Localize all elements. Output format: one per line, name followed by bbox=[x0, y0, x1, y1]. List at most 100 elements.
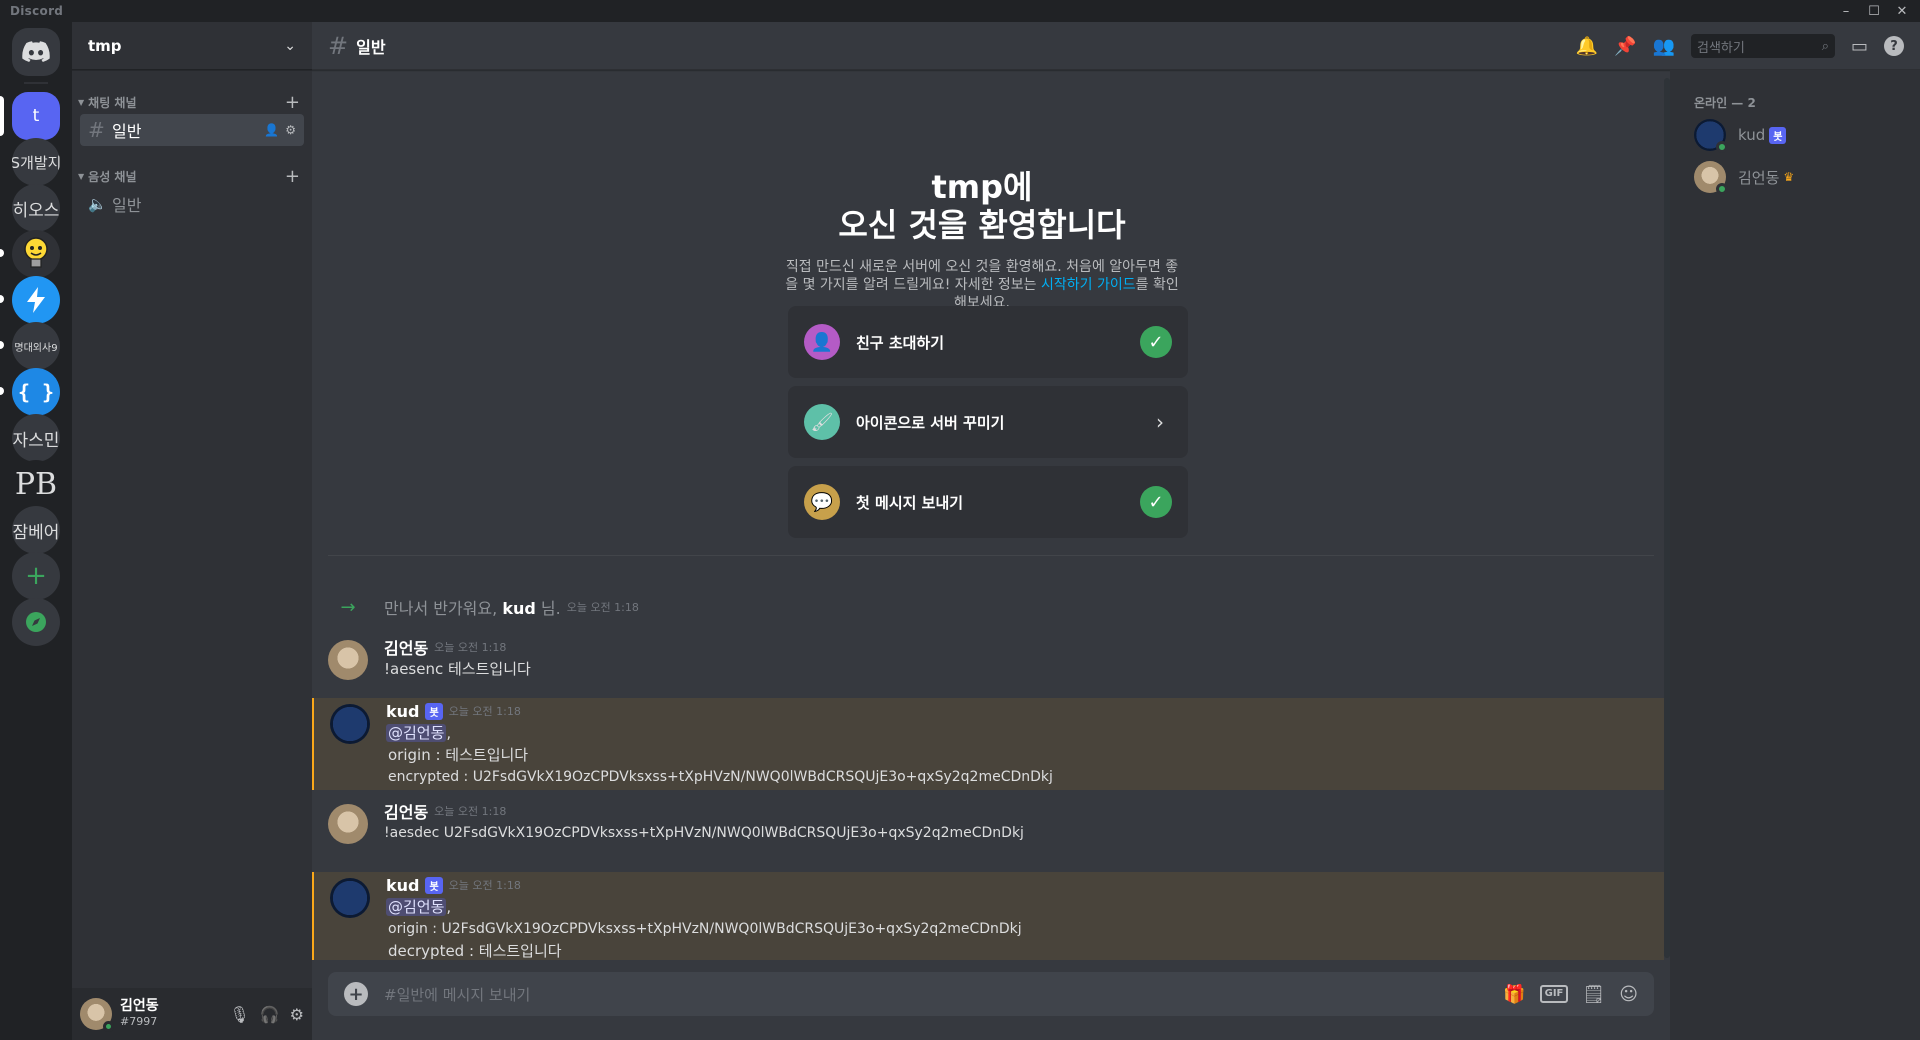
explore-servers-button[interactable] bbox=[12, 598, 60, 646]
message: 김언동 오늘 오전 1:18 !aesdec U2FsdGVkX19OzCPDVk… bbox=[312, 798, 1664, 848]
server-pb[interactable]: PB bbox=[12, 460, 60, 508]
pin-icon[interactable]: 📌 bbox=[1614, 36, 1636, 57]
unread-pill bbox=[0, 249, 4, 257]
user-tag: #7997 bbox=[120, 1015, 158, 1028]
upload-plus-icon[interactable]: + bbox=[344, 982, 368, 1006]
search-input[interactable]: 검색하기 ⌕ bbox=[1690, 34, 1835, 58]
category-text-channels[interactable]: ▼ 채팅 채널 + bbox=[72, 92, 312, 113]
maximize-icon[interactable]: ☐ bbox=[1860, 0, 1888, 22]
braces-icon: { } bbox=[17, 380, 55, 404]
welcome-description: 직접 만드신 새로운 서버에 오신 것을 환영해요. 처음에 알아두면 좋을 몇… bbox=[785, 259, 1179, 311]
sticker-icon[interactable]: 🗒 bbox=[1582, 984, 1605, 1005]
join-username[interactable]: kud bbox=[502, 599, 535, 618]
member-group-header: 온라인 — 2 bbox=[1694, 96, 1756, 110]
gear-icon[interactable]: ⚙ bbox=[285, 123, 296, 137]
avatar[interactable] bbox=[330, 878, 370, 918]
member-item[interactable]: kud 봇 bbox=[1670, 114, 1920, 156]
server-bolt[interactable] bbox=[12, 276, 60, 324]
rail-divider bbox=[24, 82, 48, 84]
member-list: 온라인 — 2 kud 봇 김언동 ♛ bbox=[1670, 70, 1920, 1040]
channel-label: 일반 bbox=[112, 196, 142, 215]
member-name: kud bbox=[1738, 126, 1766, 144]
message-text: decrypted : 테스트입니다 bbox=[388, 942, 562, 960]
help-icon[interactable]: ? bbox=[1884, 36, 1904, 56]
message-input[interactable]: #일반에 메시지 보내기 bbox=[384, 984, 1503, 1005]
channel-header: # 일반 🔔 📌 👥 검색하기 ⌕ ▭ ? bbox=[312, 22, 1920, 70]
avatar[interactable] bbox=[328, 804, 368, 844]
server-tmp[interactable]: t bbox=[12, 92, 60, 140]
avatar[interactable] bbox=[328, 640, 368, 680]
gift-icon[interactable]: 🎁 bbox=[1503, 984, 1525, 1005]
minimize-icon[interactable]: – bbox=[1832, 0, 1860, 22]
server-lightbulb[interactable] bbox=[12, 230, 60, 278]
guild-name: tmp bbox=[88, 36, 122, 55]
channel-general[interactable]: # 일반 👤 ⚙ bbox=[80, 114, 304, 146]
card-label: 아이콘으로 서버 꾸미기 bbox=[856, 413, 1005, 432]
avatar[interactable] bbox=[80, 998, 114, 1032]
paintbrush-icon: 🖌 bbox=[804, 404, 840, 440]
chat-bubble-icon: 💬 bbox=[804, 484, 840, 520]
emoji-icon[interactable]: ☺ bbox=[1619, 984, 1638, 1005]
invite-icon[interactable]: 👤 bbox=[264, 123, 279, 137]
server-myeongdae[interactable]: 명대외사9 bbox=[12, 322, 60, 370]
server-jambear[interactable]: 잠베어 bbox=[12, 506, 60, 554]
message-highlighted: kud 봇 오늘 오전 1:18 @김언동, origin : 테스트입니다 enc… bbox=[312, 698, 1664, 790]
timestamp: 오늘 오전 1:18 bbox=[448, 705, 521, 718]
channel-title: 일반 bbox=[356, 37, 386, 57]
user-mention[interactable]: @김언동 bbox=[386, 724, 447, 742]
timestamp: 오늘 오전 1:18 bbox=[434, 641, 507, 654]
app-title: Discord bbox=[10, 4, 64, 18]
invite-friends-card[interactable]: 👤 친구 초대하기 ✓ bbox=[788, 306, 1188, 378]
chevron-down-icon: ▼ bbox=[78, 97, 85, 107]
category-label: 채팅 채널 bbox=[88, 95, 137, 110]
unread-pill bbox=[0, 387, 4, 395]
close-icon[interactable]: ✕ bbox=[1888, 0, 1916, 22]
avatar bbox=[1694, 161, 1728, 195]
create-channel-icon[interactable]: + bbox=[285, 166, 300, 187]
lightning-icon bbox=[27, 287, 45, 313]
checkmark-icon: ✓ bbox=[1140, 486, 1172, 518]
user-info[interactable]: 김언동 #7997 bbox=[120, 999, 229, 1029]
message-author[interactable]: 김언동 bbox=[384, 635, 428, 659]
message-text: !aesenc 테스트입니다 bbox=[384, 660, 531, 678]
server-jasmine[interactable]: 자스민 bbox=[12, 414, 60, 462]
message-author[interactable]: kud bbox=[386, 876, 419, 895]
gif-button[interactable]: GIF bbox=[1539, 985, 1569, 1003]
speaker-icon: 🔈 bbox=[88, 195, 107, 213]
members-icon[interactable]: 👥 bbox=[1653, 36, 1675, 57]
first-message-card[interactable]: 💬 첫 메시지 보내기 ✓ bbox=[788, 466, 1188, 538]
create-channel-icon[interactable]: + bbox=[285, 92, 300, 113]
member-item[interactable]: 김언동 ♛ bbox=[1670, 156, 1920, 198]
message-composer: + #일반에 메시지 보내기 🎁 GIF 🗒 ☺ bbox=[328, 972, 1654, 1016]
server-hots[interactable]: 히오스 bbox=[12, 184, 60, 232]
chevron-down-icon: ▼ bbox=[78, 171, 85, 181]
bot-badge: 봇 bbox=[425, 876, 443, 894]
server-braces[interactable]: { } bbox=[12, 368, 60, 416]
member-name: 김언동 bbox=[1738, 168, 1780, 187]
chevron-down-icon: ⌄ bbox=[284, 37, 296, 54]
user-panel: 김언동 #7997 🎙 🎧 ⚙ bbox=[72, 988, 312, 1040]
server-dev[interactable]: S개발지 bbox=[12, 138, 60, 186]
message-author[interactable]: kud bbox=[386, 702, 419, 721]
voice-channel-general[interactable]: 🔈 일반 bbox=[80, 188, 304, 220]
category-voice-channels[interactable]: ▼ 음성 채널 + bbox=[72, 166, 312, 187]
inbox-icon[interactable]: ▭ bbox=[1851, 36, 1868, 57]
bell-icon[interactable]: 🔔 bbox=[1576, 36, 1598, 57]
message-author[interactable]: 김언동 bbox=[384, 799, 428, 823]
selected-server-pill bbox=[0, 96, 4, 136]
getting-started-link[interactable]: 시작하기 가이드 bbox=[1041, 277, 1136, 293]
avatar[interactable] bbox=[330, 704, 370, 744]
user-mention[interactable]: @김언동 bbox=[386, 898, 447, 916]
add-server-button[interactable]: + bbox=[12, 552, 60, 600]
message-text: !aesdec U2FsdGVkX19OzCPDVksxss+tXpHVzN/N… bbox=[384, 825, 1024, 841]
headphones-icon[interactable]: 🎧 bbox=[260, 1005, 280, 1024]
guild-header[interactable]: tmp ⌄ bbox=[72, 22, 312, 70]
username: 김언동 bbox=[120, 998, 159, 1014]
home-button[interactable] bbox=[12, 28, 60, 76]
microphone-icon[interactable]: 🎙 bbox=[229, 1005, 249, 1024]
plus-icon: + bbox=[25, 561, 47, 591]
gear-icon[interactable]: ⚙ bbox=[290, 1005, 304, 1024]
personalize-server-card[interactable]: 🖌 아이콘으로 서버 꾸미기 › bbox=[788, 386, 1188, 458]
welcome-title-line2: 오신 것을 환영합니다 bbox=[838, 206, 1126, 244]
search-icon: ⌕ bbox=[1821, 38, 1829, 54]
